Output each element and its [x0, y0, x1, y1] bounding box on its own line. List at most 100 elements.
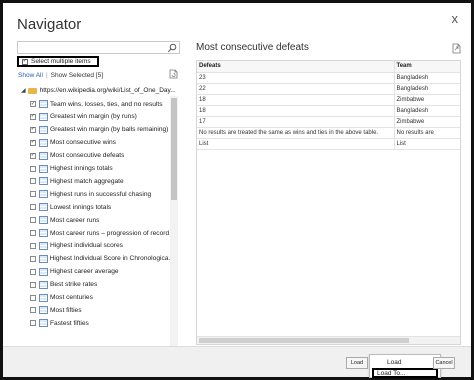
tree-item-label: Team wins, losses, ties, and no results [50, 100, 163, 108]
table-cell: 23 [197, 72, 395, 84]
select-multiple-items-checkbox[interactable]: ✓ Select multiple items [17, 56, 99, 67]
table-icon [39, 203, 48, 212]
table-icon [39, 164, 48, 173]
tree-item[interactable]: Fastest fifties [30, 317, 170, 329]
tree-item-label: Highest innings totals [50, 165, 113, 172]
tree-item-checkbox[interactable] [30, 165, 36, 172]
table-cell: Bangladesh [394, 105, 460, 117]
table-row: 17 Zimbabwe [197, 116, 460, 128]
tree-item-label: Most career runs [50, 216, 100, 224]
tree-item-checkbox[interactable] [30, 242, 36, 249]
tree-item-checkbox[interactable] [30, 268, 36, 275]
menu-item-load[interactable]: Load [370, 357, 440, 367]
tree-item-checkbox[interactable]: ✓ [30, 126, 36, 133]
navigator-tree: ◢ https://en.wikipedia.org/wiki/List_of_… [17, 83, 182, 347]
tree-item-label: Highest Individual Score in Chronologica… [49, 255, 170, 263]
tree-scrollbar-thumb[interactable] [171, 98, 177, 200]
tree-item-label: Fastest fifties [50, 319, 89, 327]
menu-item-load-to[interactable]: Load To... [372, 368, 438, 378]
tree-item-label: Most career runs – progression of record [50, 229, 170, 237]
tree-item[interactable]: Highest innings totals [30, 163, 170, 175]
tree-item[interactable]: Highest runs in successful chasing [30, 188, 170, 200]
cancel-button[interactable]: Cancel [433, 357, 455, 369]
table-row: 22 Bangladesh [197, 83, 460, 95]
column-header-defeats[interactable]: Defeats [197, 61, 395, 73]
collapse-caret-icon[interactable]: ◢ [21, 87, 26, 94]
tree-item[interactable]: Most career runs [30, 214, 170, 226]
tree-item-checkbox[interactable] [30, 255, 36, 262]
table-icon [39, 293, 48, 302]
tree-item-checkbox[interactable] [30, 191, 36, 198]
tree-item-checkbox[interactable]: ✓ [30, 101, 36, 107]
table-cell: No results are treated the same as wins … [197, 127, 395, 139]
tree-item-checkbox[interactable] [30, 204, 36, 211]
preview-scrollbar-thumb[interactable] [199, 338, 409, 343]
column-header-team[interactable]: Team [394, 61, 460, 73]
table-icon [39, 138, 48, 147]
load-button[interactable]: Load [346, 357, 368, 369]
tree-item[interactable]: ✓ Most consecutive wins [30, 137, 170, 149]
tree-item[interactable]: Highest Individual Score in Chronologica… [30, 253, 170, 265]
tree-item-checkbox[interactable] [30, 217, 36, 224]
table-row: 18 Bangladesh [197, 105, 460, 117]
tree-item-label: Greatest win margin (by runs) [50, 113, 137, 121]
tree-item[interactable]: Highest match aggregate [30, 175, 170, 187]
tree-item[interactable]: Best strike rates [30, 279, 170, 291]
tree-item-checkbox[interactable]: ✓ [30, 152, 36, 159]
tree-item-checkbox[interactable] [30, 281, 36, 288]
tree-root-node[interactable]: ◢ https://en.wikipedia.org/wiki/List_of_… [21, 87, 176, 94]
preview-grid: Defeats Team 23 Bangladesh 22 Bangladesh 18 Z… [196, 60, 461, 345]
table-icon [39, 267, 48, 276]
table-icon [39, 190, 48, 199]
table-icon [39, 125, 48, 134]
table-icon [38, 254, 48, 263]
tree-item[interactable]: Highest career average [30, 266, 170, 278]
table-icon [39, 177, 48, 186]
tree-item-checkbox[interactable] [30, 178, 36, 185]
tree-item[interactable]: Most career runs – progression of record [30, 227, 170, 239]
table-icon [39, 112, 48, 121]
tree-item[interactable]: Most centuries [30, 292, 170, 304]
tree-item-label: Most fifties [50, 306, 82, 314]
tree-item[interactable]: Most fifties [30, 304, 170, 316]
table-header-row: Defeats Team [197, 61, 460, 73]
table-icon [39, 216, 48, 225]
export-icon[interactable] [452, 43, 461, 54]
table-icon [39, 241, 48, 250]
navigator-window: Navigator x ✓ Select multiple items Show… [0, 0, 474, 380]
search-icon[interactable] [167, 43, 177, 53]
table-icon [39, 100, 48, 108]
tree-item[interactable]: Lowest innings totals [30, 201, 170, 213]
tree-item-label: Highest match aggregate [50, 177, 124, 185]
tree-item-label: Most consecutive defeats [50, 152, 125, 160]
refresh-icon[interactable] [169, 69, 178, 79]
tree-item[interactable]: ✓ Greatest win margin (by balls remaining… [30, 124, 170, 136]
tree-item-checkbox[interactable]: ✓ [30, 139, 36, 146]
tree-item-label: Best strike rates [50, 281, 98, 289]
tree-item-label: Highest career average [50, 268, 119, 276]
tree-item-label: Highest runs in successful chasing [50, 190, 152, 198]
tree-item-checkbox[interactable]: ✓ [30, 113, 36, 120]
tree-item-checkbox[interactable] [30, 294, 36, 301]
tree-item[interactable]: ✓ Greatest win margin (by runs) [30, 111, 170, 123]
tree-item-checkbox[interactable] [30, 307, 36, 314]
table-row: 18 Zimbabwe [197, 94, 460, 106]
tree-item-label: Most consecutive wins [50, 139, 116, 147]
search-box[interactable] [17, 41, 180, 54]
table-cell: Zimbabwe [394, 94, 460, 106]
tree-item-checkbox[interactable] [30, 320, 36, 327]
table-cell: List [197, 138, 395, 150]
search-input[interactable] [18, 42, 168, 53]
close-icon[interactable]: x [452, 11, 459, 26]
show-selected-link[interactable]: Show Selected [5] [51, 72, 103, 79]
select-multiple-label: Select multiple items [31, 58, 91, 65]
table-cell: List [394, 138, 460, 150]
tree-root-label: https://en.wikipedia.org/wiki/List_of_On… [39, 87, 176, 94]
preview-title: Most consecutive defeats [196, 42, 309, 53]
tree-item[interactable]: ✓ Most consecutive defeats [30, 150, 170, 162]
tree-item[interactable]: ✓ Team wins, losses, ties, and no results [30, 98, 170, 110]
tree-item-checkbox[interactable] [30, 230, 36, 236]
show-all-link[interactable]: Show All [18, 72, 43, 79]
preview-horizontal-scrollbar[interactable] [197, 336, 460, 344]
tree-item[interactable]: Highest individual scores [30, 240, 170, 252]
